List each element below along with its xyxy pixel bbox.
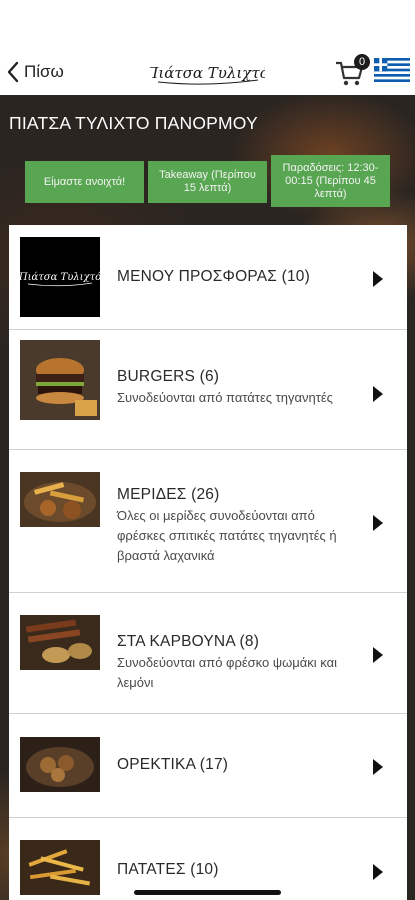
brand-logo-thumbnail: Πιάτσα Τυλιχτό bbox=[20, 272, 100, 287]
category-thumbnail bbox=[20, 340, 100, 420]
category-name: ΟΡΕΚΤΙΚΑ bbox=[117, 756, 196, 773]
category-description: Συνοδεύονται από πατάτες τηγανητές bbox=[117, 390, 333, 405]
category-thumbnail bbox=[20, 840, 100, 895]
category-list: Πιάτσα Τυλιχτό ΜΕΝΟΥ ΠΡΟΣΦΟΡΑΣ (10) BURG… bbox=[9, 225, 407, 900]
category-name: ΜΕΡΙΔΕΣ bbox=[117, 486, 187, 503]
back-button[interactable]: Πίσω bbox=[6, 58, 64, 86]
portions-photo bbox=[20, 472, 100, 527]
category-count: (26) bbox=[191, 486, 220, 503]
category-name: ΠΑΤΑΤΕΣ bbox=[117, 861, 186, 878]
chevron-right-icon bbox=[373, 515, 383, 531]
category-row-fries[interactable]: ΠΑΤΑΤΕΣ (10) bbox=[9, 818, 407, 900]
category-row-portions[interactable]: ΜΕΡΙΔΕΣ (26) Όλες οι μερίδες συνοδεύοντα… bbox=[9, 450, 407, 593]
greek-flag-icon[interactable] bbox=[374, 58, 410, 82]
category-thumbnail bbox=[20, 615, 100, 670]
brand-logo: Πιάτσα Τυλιχτό bbox=[150, 64, 265, 85]
category-name: BURGERS bbox=[117, 368, 196, 385]
brand-logo-text: Πιάτσα Τυλιχτό bbox=[150, 64, 265, 82]
open-status-button[interactable]: Είμαστε ανοιχτά! bbox=[25, 161, 144, 203]
store-title: ΠΙΑΤΣΑ ΤΥΛΙΧΤΟ ΠΑΝΟΡΜΟΥ bbox=[9, 113, 258, 133]
category-thumbnail bbox=[20, 737, 100, 792]
back-label: Πίσω bbox=[24, 62, 64, 81]
chevron-right-icon bbox=[373, 759, 383, 775]
category-description: Συνοδεύονται από φρέσκο ψωμάκι και λεμόν… bbox=[117, 655, 338, 690]
takeaway-button[interactable]: Takeaway (Περίπου 15 λεπτά) bbox=[148, 161, 267, 203]
category-count: (10) bbox=[190, 861, 219, 878]
chevron-right-icon bbox=[373, 386, 383, 402]
chevron-right-icon bbox=[373, 647, 383, 663]
chevron-right-icon bbox=[373, 271, 383, 287]
category-name: ΣΤΑ ΚΑΡΒΟΥΝΑ bbox=[117, 633, 236, 650]
chevron-right-icon bbox=[373, 864, 383, 880]
grill-photo bbox=[20, 615, 100, 670]
category-row-appetizers[interactable]: ΟΡΕΚΤΙΚΑ (17) bbox=[9, 714, 407, 818]
category-thumbnail: Πιάτσα Τυλιχτό bbox=[20, 237, 100, 317]
chevron-left-icon bbox=[7, 61, 19, 83]
category-row-burgers[interactable]: BURGERS (6) Συνοδεύονται από πατάτες τηγ… bbox=[9, 330, 407, 450]
cart-button[interactable]: 0 bbox=[334, 54, 372, 86]
category-row-offers[interactable]: Πιάτσα Τυλιχτό ΜΕΝΟΥ ΠΡΟΣΦΟΡΑΣ (10) bbox=[9, 225, 407, 330]
category-row-grill[interactable]: ΣΤΑ ΚΑΡΒΟΥΝΑ (8) Συνοδεύονται από φρέσκο… bbox=[9, 593, 407, 714]
fries-photo bbox=[20, 840, 100, 895]
category-count: (8) bbox=[239, 633, 260, 650]
thumbnail-logo-text: Πιάτσα Τυλιχτό bbox=[20, 272, 100, 283]
home-indicator[interactable] bbox=[134, 890, 281, 895]
category-count: (10) bbox=[281, 268, 310, 285]
appetizers-photo bbox=[20, 737, 100, 792]
cart-count-badge: 0 bbox=[354, 54, 370, 70]
category-thumbnail bbox=[20, 472, 100, 527]
category-description: Όλες οι μερίδες συνοδεύονται από φρέσκες… bbox=[117, 508, 337, 563]
top-navigation-bar: Πίσω Πιάτσα Τυλιχτό 0 bbox=[0, 0, 415, 95]
category-count: (6) bbox=[199, 368, 220, 385]
delivery-button[interactable]: Παραδόσεις: 12:30-00:15 (Περίπου 45 λεπτ… bbox=[271, 155, 390, 207]
category-count: (17) bbox=[199, 756, 229, 773]
burger-photo bbox=[20, 340, 100, 420]
category-name: ΜΕΝΟΥ ΠΡΟΣΦΟΡΑΣ bbox=[117, 268, 278, 285]
